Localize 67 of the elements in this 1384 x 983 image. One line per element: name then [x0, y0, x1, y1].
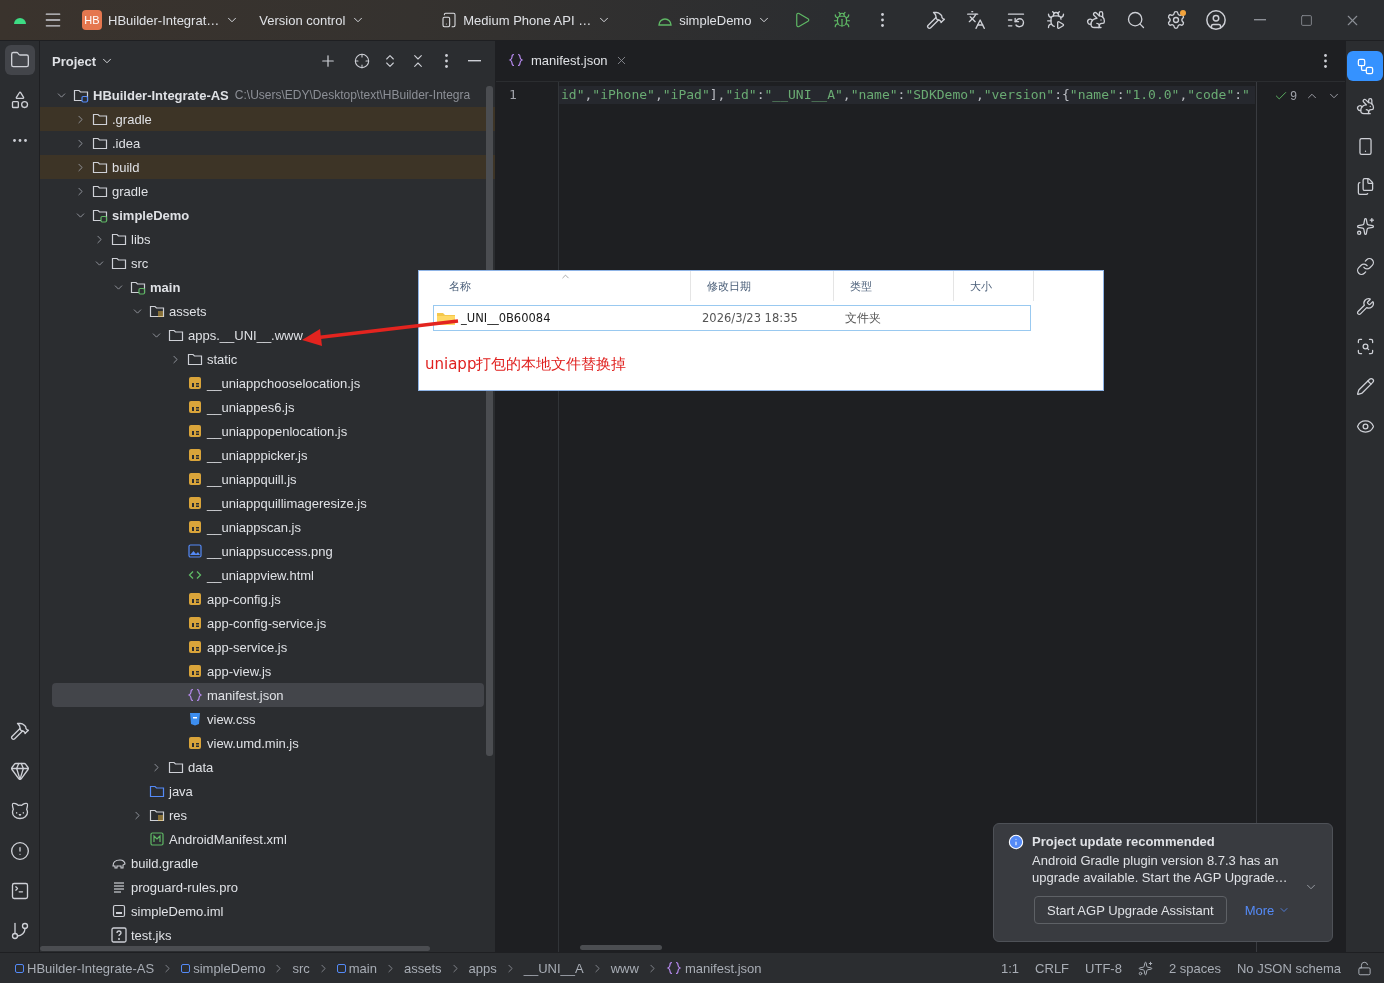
- json-schema[interactable]: No JSON schema: [1236, 960, 1341, 976]
- folder-path: C:\Users\EDY\Desktop\text\HBuilder-Integra: [234, 88, 471, 102]
- vcs-dropdown[interactable]: Version control: [253, 8, 372, 32]
- project-selector[interactable]: HB HBuilder-Integrat…: [76, 6, 246, 34]
- tree-item[interactable]: HBuilder-Integrate-AS C:\Users\EDY\Desktop\text\HBuilder-Integra: [40, 83, 495, 107]
- file-encoding[interactable]: UTF-8: [1085, 960, 1122, 976]
- tree-item[interactable]: view.css: [40, 707, 495, 731]
- tree-item[interactable]: __uniappchooselocation.js: [40, 371, 495, 395]
- tree-item[interactable]: __uniappview.html: [40, 563, 495, 587]
- line-number: 1: [508, 86, 518, 104]
- breadcrumb[interactable]: HBuilder-Integrate-AS: [12, 960, 158, 976]
- breadcrumb[interactable]: __UNI__A: [520, 960, 587, 976]
- tree-item[interactable]: manifest.json: [52, 683, 484, 707]
- column-header: 修改日期: [691, 271, 834, 301]
- tree-item[interactable]: app-config.js: [40, 587, 495, 611]
- tree-item[interactable]: .gradle: [40, 107, 495, 131]
- breadcrumb[interactable]: www: [607, 960, 642, 976]
- indent-setting[interactable]: 2 spaces: [1168, 960, 1221, 976]
- file-type: 文件夹: [844, 310, 882, 326]
- tree-item[interactable]: __uniappopenlocation.js: [40, 419, 495, 443]
- tree-item[interactable]: java: [40, 779, 495, 803]
- project-badge: HB: [82, 10, 102, 30]
- tree-item[interactable]: __uniappscan.js: [40, 515, 495, 539]
- file-name: _UNI__0B60084: [434, 310, 692, 326]
- tree-item[interactable]: data: [40, 755, 495, 779]
- inspection-status[interactable]: 9: [1274, 89, 1297, 103]
- tree-item[interactable]: view.umd.min.js: [40, 731, 495, 755]
- tree-item[interactable]: test.jks: [40, 923, 495, 947]
- tree-item[interactable]: simpleDemo.iml: [40, 899, 495, 923]
- tree-item[interactable]: AndroidManifest.xml: [40, 827, 495, 851]
- tree-item[interactable]: __uniappquillimageresize.js: [40, 491, 495, 515]
- column-header: 名称: [433, 271, 691, 301]
- modified-date: 2026/3/23 18:35: [701, 311, 799, 325]
- breadcrumb[interactable]: src: [289, 960, 313, 976]
- column-header: 类型: [834, 271, 954, 301]
- breadcrumb[interactable]: apps: [465, 960, 500, 976]
- tree-item[interactable]: build.gradle: [40, 851, 495, 875]
- panel-title[interactable]: Project: [52, 53, 97, 69]
- breadcrumb[interactable]: main: [333, 960, 380, 976]
- run-config-selector[interactable]: simpleDemo: [651, 8, 778, 32]
- notification-text: Android Gradle plugin version 8.7.3 has an upgrade available. Start the AGP Upgrade…: [1032, 852, 1289, 886]
- tree-item[interactable]: gradle: [40, 179, 495, 203]
- device-selector[interactable]: Medium Phone API …: [435, 8, 618, 32]
- tree-item[interactable]: build: [40, 155, 495, 179]
- tree-item[interactable]: simpleDemo: [40, 203, 495, 227]
- upgrade-assistant-button[interactable]: Start AGP Upgrade Assistant: [1034, 896, 1227, 924]
- tree-item[interactable]: __uniapppicker.js: [40, 443, 495, 467]
- tree-item[interactable]: app-config-service.js: [40, 611, 495, 635]
- tree-item[interactable]: app-view.js: [40, 659, 495, 683]
- notification-title: Project update recommended: [1032, 834, 1216, 849]
- column-header: 大小: [954, 271, 1034, 301]
- tree-item[interactable]: .idea: [40, 131, 495, 155]
- tree-item[interactable]: libs: [40, 227, 495, 251]
- editor-tab[interactable]: manifest.json: [496, 41, 638, 81]
- line-separator[interactable]: CRLF: [1035, 960, 1070, 976]
- tree-item[interactable]: __uniappes6.js: [40, 395, 495, 419]
- breadcrumb[interactable]: simpleDemo: [178, 960, 269, 976]
- tree-item[interactable]: __uniappquill.js: [40, 467, 495, 491]
- breadcrumb[interactable]: assets: [400, 960, 445, 976]
- tree-item[interactable]: res: [40, 803, 495, 827]
- tree-item[interactable]: proguard-rules.pro: [40, 875, 495, 899]
- tree-item[interactable]: app-service.js: [40, 635, 495, 659]
- annotation-text: uniapp打包的本地文件替换掉: [425, 355, 628, 374]
- breadcrumb[interactable]: manifest.json: [662, 960, 765, 976]
- file-row[interactable]: _UNI__0B60084 2026/3/23 18:35 文件夹: [433, 305, 1031, 331]
- cursor-position[interactable]: 1:1: [1001, 960, 1020, 976]
- tree-item[interactable]: __uniappsuccess.png: [40, 539, 495, 563]
